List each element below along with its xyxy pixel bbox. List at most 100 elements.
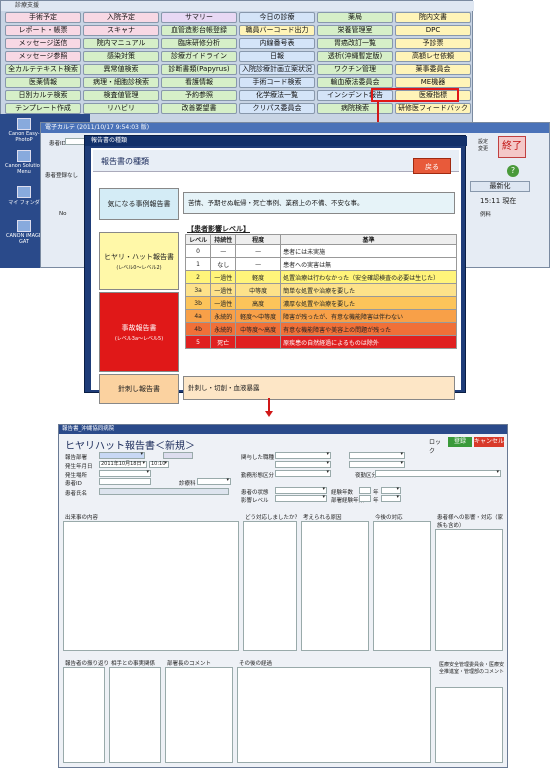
menu-button[interactable]: 血管造影台帳登録 <box>161 25 237 36</box>
menu-button[interactable]: 手術コード検索 <box>239 77 315 88</box>
criteria-cell: 有意な機能障害や美容上の問題が残った <box>280 322 457 336</box>
menu-button[interactable]: 予約参照 <box>161 90 237 101</box>
end-button[interactable]: 終了 <box>498 136 526 158</box>
role-select-3[interactable] <box>275 461 331 468</box>
help-icon[interactable]: ? <box>507 165 519 177</box>
department-select[interactable] <box>197 478 231 485</box>
time-select[interactable]: 10:10 <box>149 461 169 468</box>
patient-id-input[interactable] <box>99 478 151 485</box>
exp-months-select[interactable] <box>381 487 401 494</box>
needlestick-report-button[interactable]: 針刺し報告書 <box>99 374 179 404</box>
save-button[interactable]: 登録 <box>448 437 472 447</box>
place-select[interactable] <box>99 470 151 477</box>
desktop-icon[interactable]: マイ フォンダ <box>4 186 44 206</box>
menu-button[interactable]: 胃癌改訂一覧 <box>317 38 393 49</box>
menu-button[interactable]: 診断書類(Papyrus) <box>161 64 237 75</box>
dept-years-input[interactable] <box>359 495 371 502</box>
menu-button[interactable]: 異常値検索 <box>83 64 159 75</box>
menu-button[interactable]: DPC <box>395 25 471 36</box>
menu-button[interactable]: 内線番号表 <box>239 38 315 49</box>
dept-button[interactable] <box>163 452 193 459</box>
shift-type-select[interactable] <box>275 470 331 477</box>
menu-button[interactable]: 病理・細胞診検索 <box>83 77 159 88</box>
cause-textarea[interactable] <box>301 521 369 651</box>
exp-years-input[interactable] <box>359 487 371 494</box>
menu-button[interactable]: 入院予定 <box>83 12 159 23</box>
menu-button[interactable]: サマリー <box>161 12 237 23</box>
dept-select[interactable] <box>99 452 145 459</box>
menu-button[interactable]: 薬事委員会 <box>395 64 471 75</box>
role-select-2[interactable] <box>349 452 405 459</box>
menu-button[interactable]: 日別カルテ検索 <box>5 90 81 101</box>
menu-button[interactable]: 全カルテテキスト検索 <box>5 64 81 75</box>
desktop-icon[interactable]: Canon Easy-PhotoP <box>4 118 44 143</box>
menu-button[interactable]: 透析(沖縄暫定版) <box>317 51 393 62</box>
degree-cell: — <box>235 244 282 258</box>
role-select-4[interactable] <box>349 461 405 468</box>
menu-button[interactable]: メッセージ送信 <box>5 38 81 49</box>
menu-button[interactable]: 化学療法一覧 <box>239 90 315 101</box>
menu-button[interactable]: リハビリ <box>83 103 159 114</box>
menu-button[interactable]: 院内マニュアル <box>83 38 159 49</box>
response-textarea[interactable] <box>243 521 297 651</box>
concern-report-button[interactable]: 気になる事例報告書 <box>99 188 179 220</box>
concern-description: 苦情、予期せぬ転帰・死亡事例、業務上の不備、不安な事。 <box>183 192 455 214</box>
menu-button[interactable]: 院内文書 <box>395 12 471 23</box>
desktop-icon[interactable]: CANON iMAGE GAT <box>4 220 44 245</box>
menu-button[interactable]: テンプレート作成 <box>5 103 81 114</box>
menu-button[interactable]: 診療ガイドライン <box>161 51 237 62</box>
menu-button[interactable]: 改善要望書 <box>161 103 237 114</box>
menu-button[interactable]: 職員バーコード出力 <box>239 25 315 36</box>
back-button[interactable]: 戻る <box>413 158 451 174</box>
menu-button[interactable]: 医薬情報 <box>5 77 81 88</box>
manager-comment-textarea[interactable] <box>165 667 233 763</box>
cancel-button[interactable]: キャンセル <box>474 437 504 447</box>
menu-button[interactable]: 入院診療計画立案状況 <box>239 64 315 75</box>
menu-button[interactable]: メッセージ参照 <box>5 51 81 62</box>
desktop-icon[interactable]: Canon Solution Menu <box>4 150 44 175</box>
menu-button[interactable]: 今日の診療 <box>239 12 315 23</box>
menu-button[interactable]: 研修医フィードバック <box>395 103 471 114</box>
settings-button[interactable]: 設定変更 <box>478 138 492 152</box>
menu-button[interactable]: 予診票 <box>395 38 471 49</box>
menu-button[interactable]: 栄養管理室 <box>317 25 393 36</box>
facts-textarea[interactable] <box>109 667 161 763</box>
menu-button[interactable]: ワクチン管理 <box>317 64 393 75</box>
section-label: 報告者の振り返り <box>65 661 110 667</box>
lock-icon[interactable]: ロック <box>429 437 443 455</box>
refresh-button[interactable]: 最新化 <box>470 181 530 192</box>
menu-button[interactable]: 検査値管理 <box>83 90 159 101</box>
menu-button[interactable]: レポート・帳票 <box>5 25 81 36</box>
role-select-1[interactable] <box>275 452 331 459</box>
menu-button[interactable]: 看護情報 <box>161 77 237 88</box>
incident-content-textarea[interactable] <box>63 521 239 651</box>
menu-button[interactable]: クリパス委員会 <box>239 103 315 114</box>
menu-button[interactable]: 薬局 <box>317 12 393 23</box>
future-action-textarea[interactable] <box>373 521 431 651</box>
menu-button[interactable]: 臨床研修分析 <box>161 38 237 49</box>
near-miss-report-button[interactable]: ヒヤリ・ハット報告書 (レベル0〜レベル2) <box>99 232 179 290</box>
duration-cell: 死亡 <box>210 335 237 349</box>
degree-cell: 中等度〜高度 <box>235 322 282 336</box>
menu-button[interactable]: スキャナ <box>83 25 159 36</box>
menu-button[interactable]: 日報 <box>239 51 315 62</box>
impact-level-select[interactable] <box>275 495 327 502</box>
committee-comment-textarea[interactable] <box>435 687 503 763</box>
menu-button[interactable]: 感染対策 <box>83 51 159 62</box>
reflection-textarea[interactable] <box>63 667 105 763</box>
patient-impact-textarea[interactable] <box>435 529 503 651</box>
night-shift-select[interactable] <box>375 470 501 477</box>
date-select[interactable]: 2011年10月18日 <box>99 461 147 468</box>
dept-months-select[interactable] <box>381 495 401 502</box>
level-row: 4b 永続的 中等度〜高度 有意な機能障害や美容上の問題が残った <box>184 322 457 336</box>
menu-button[interactable]: 輸血療法委員会 <box>317 77 393 88</box>
unit-label: 年 <box>373 498 379 504</box>
menu-button[interactable]: 高額レセ依頼 <box>395 51 471 62</box>
menu-button[interactable]: 病院検索 <box>317 103 393 114</box>
accident-report-button[interactable]: 事故報告書 (レベル3a〜レベル5) <box>99 292 179 372</box>
karte-title: 電子カルテ (2011/10/17 9:54:03 版) <box>41 123 549 133</box>
menu-button[interactable]: 手術予定 <box>5 12 81 23</box>
progress-textarea[interactable] <box>237 667 431 763</box>
menu-button[interactable]: ME機器 <box>395 77 471 88</box>
patient-state-select[interactable] <box>275 487 327 494</box>
